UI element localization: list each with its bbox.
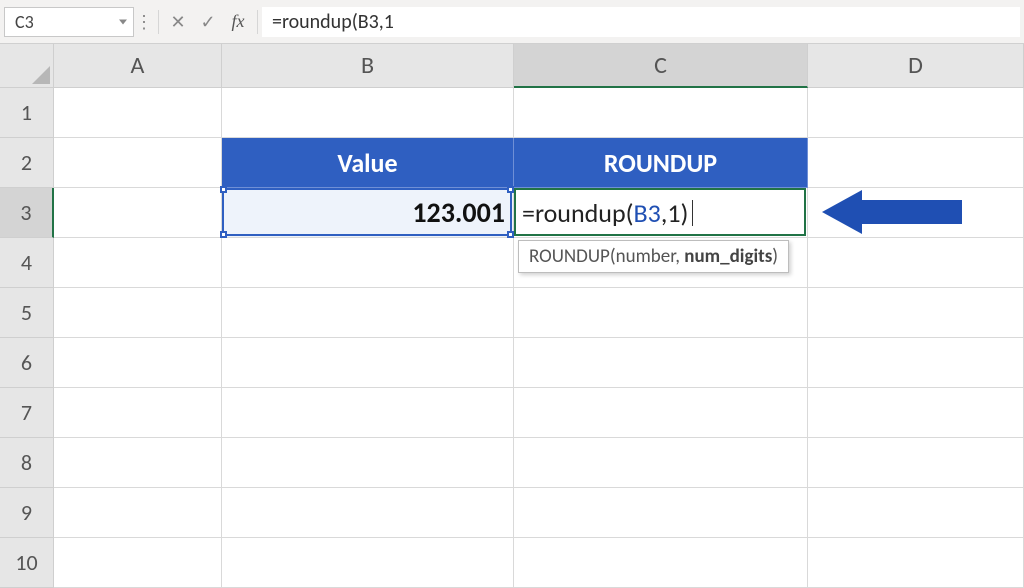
- cell-D2[interactable]: [808, 138, 1024, 188]
- cell-C10[interactable]: [514, 538, 808, 588]
- row-header-5[interactable]: 5: [0, 288, 54, 338]
- cell-A10[interactable]: [54, 538, 222, 588]
- cell-B8[interactable]: [222, 438, 514, 488]
- cell-B2[interactable]: Value: [222, 138, 514, 188]
- name-box-value: C3: [15, 11, 34, 33]
- name-box-separator: ⋮: [134, 11, 154, 33]
- row-header-7[interactable]: 7: [0, 388, 54, 438]
- cell-A8[interactable]: [54, 438, 222, 488]
- tooltip-arg1[interactable]: number: [616, 245, 676, 268]
- cell-B6[interactable]: [222, 338, 514, 388]
- cell-D7[interactable]: [808, 388, 1024, 438]
- cell-B1[interactable]: [222, 88, 514, 138]
- cells-area[interactable]: ValueROUNDUP123.001=roundup(B3,1): [54, 88, 1024, 588]
- divider: [158, 10, 159, 34]
- name-box[interactable]: C3: [4, 7, 134, 37]
- cell-B9[interactable]: [222, 488, 514, 538]
- row-header-10[interactable]: 10: [0, 538, 54, 588]
- cell-B7[interactable]: [222, 388, 514, 438]
- cell-C9[interactable]: [514, 488, 808, 538]
- row-headers: 12345678910: [0, 88, 54, 588]
- column-header-A[interactable]: A: [54, 44, 222, 88]
- cell-C7[interactable]: [514, 388, 808, 438]
- cell-C5[interactable]: [514, 288, 808, 338]
- cell-B4[interactable]: [222, 238, 514, 288]
- cell-C8[interactable]: [514, 438, 808, 488]
- cell-B10[interactable]: [222, 538, 514, 588]
- cell-D4[interactable]: [808, 238, 1024, 288]
- cell-A7[interactable]: [54, 388, 222, 438]
- row-header-4[interactable]: 4: [0, 238, 54, 288]
- cell-D8[interactable]: [808, 438, 1024, 488]
- cell-D9[interactable]: [808, 488, 1024, 538]
- text-cursor-icon: [692, 200, 693, 226]
- tooltip-fn-name: ROUNDUP: [529, 245, 610, 268]
- fx-button[interactable]: fx: [223, 11, 253, 32]
- cell-A9[interactable]: [54, 488, 222, 538]
- cell-A5[interactable]: [54, 288, 222, 338]
- confirm-formula-button[interactable]: ✓: [193, 11, 223, 33]
- cell-D6[interactable]: [808, 338, 1024, 388]
- column-headers: ABCD: [54, 44, 1024, 88]
- row-header-6[interactable]: 6: [0, 338, 54, 388]
- cell-B3[interactable]: 123.001: [222, 188, 514, 238]
- cell-D10[interactable]: [808, 538, 1024, 588]
- row-header-9[interactable]: 9: [0, 488, 54, 538]
- row-header-1[interactable]: 1: [0, 88, 54, 138]
- cell-reference: B3: [634, 197, 661, 229]
- select-all-corner[interactable]: [0, 44, 54, 88]
- cell-A3[interactable]: [54, 188, 222, 238]
- formula-bar: C3 ⋮ ✕ ✓ fx =roundup(B3,1: [0, 0, 1024, 44]
- cell-D1[interactable]: [808, 88, 1024, 138]
- cell-D5[interactable]: [808, 288, 1024, 338]
- column-header-D[interactable]: D: [808, 44, 1024, 88]
- formula-input[interactable]: =roundup(B3,1: [262, 7, 1020, 37]
- row-header-3[interactable]: 3: [0, 188, 54, 238]
- cell-A4[interactable]: [54, 238, 222, 288]
- column-header-B[interactable]: B: [222, 44, 514, 88]
- cell-C1[interactable]: [514, 88, 808, 138]
- divider: [257, 10, 258, 34]
- formula-text: =roundup(B3,1: [272, 10, 394, 34]
- cell-A2[interactable]: [54, 138, 222, 188]
- cell-C2[interactable]: ROUNDUP: [514, 138, 808, 188]
- cell-C3[interactable]: =roundup(B3,1): [514, 188, 808, 238]
- chevron-down-icon[interactable]: [119, 19, 127, 24]
- column-header-C[interactable]: C: [514, 44, 808, 88]
- cancel-formula-button[interactable]: ✕: [163, 11, 193, 33]
- row-header-8[interactable]: 8: [0, 438, 54, 488]
- cell-C6[interactable]: [514, 338, 808, 388]
- cell-A1[interactable]: [54, 88, 222, 138]
- tooltip-arg2[interactable]: num_digits: [684, 245, 772, 268]
- pointer-arrow-icon: [822, 190, 962, 234]
- row-header-2[interactable]: 2: [0, 138, 54, 188]
- function-tooltip[interactable]: ROUNDUP(number, num_digits): [518, 240, 789, 273]
- cell-A6[interactable]: [54, 338, 222, 388]
- cell-B5[interactable]: [222, 288, 514, 338]
